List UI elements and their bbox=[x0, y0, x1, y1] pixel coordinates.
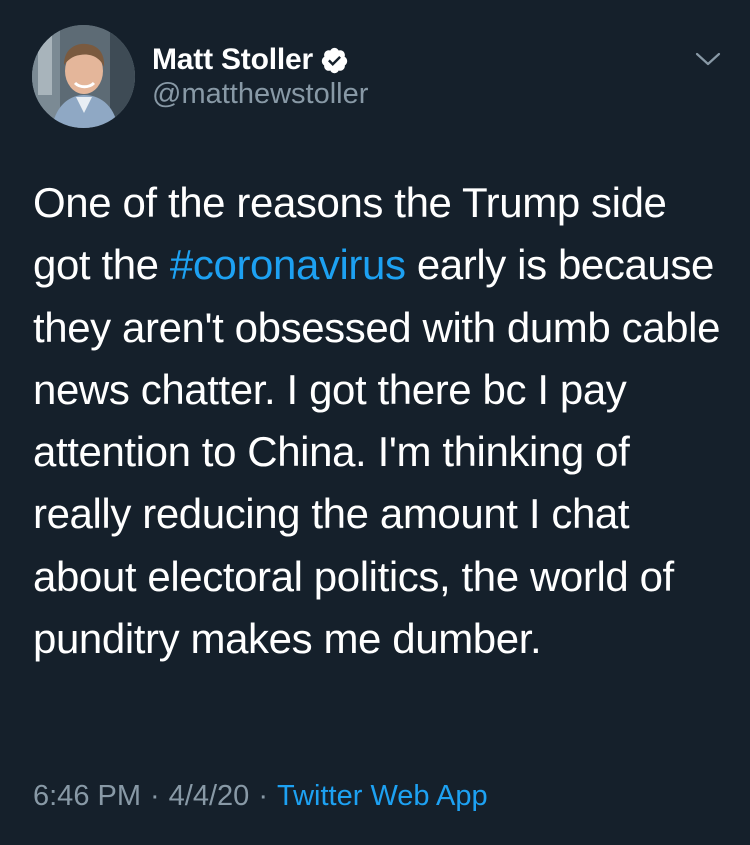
author-name-row[interactable]: Matt Stoller bbox=[152, 42, 349, 78]
meta-separator: · bbox=[258, 780, 268, 812]
avatar[interactable] bbox=[32, 25, 135, 128]
tweet-card: Matt Stoller @matthewstoller One of the … bbox=[0, 0, 750, 845]
tweet-text-part: early is because they aren't obsessed wi… bbox=[33, 241, 721, 663]
chevron-down-icon[interactable] bbox=[693, 48, 723, 70]
author-handle[interactable]: @matthewstoller bbox=[152, 78, 368, 111]
verified-badge-icon bbox=[320, 46, 349, 75]
meta-separator: · bbox=[150, 780, 160, 812]
tweet-text: One of the reasons the Trump side got th… bbox=[33, 172, 723, 670]
tweet-source-link[interactable]: Twitter Web App bbox=[277, 780, 488, 812]
hashtag-link[interactable]: #coronavirus bbox=[170, 241, 406, 288]
profile-photo-icon bbox=[32, 25, 135, 128]
tweet-date[interactable]: 4/4/20 bbox=[169, 780, 250, 812]
tweet-meta: 6:46 PM · 4/4/20 · Twitter Web App bbox=[33, 780, 488, 813]
author-display-name[interactable]: Matt Stoller bbox=[152, 43, 313, 77]
tweet-time[interactable]: 6:46 PM bbox=[33, 780, 141, 812]
